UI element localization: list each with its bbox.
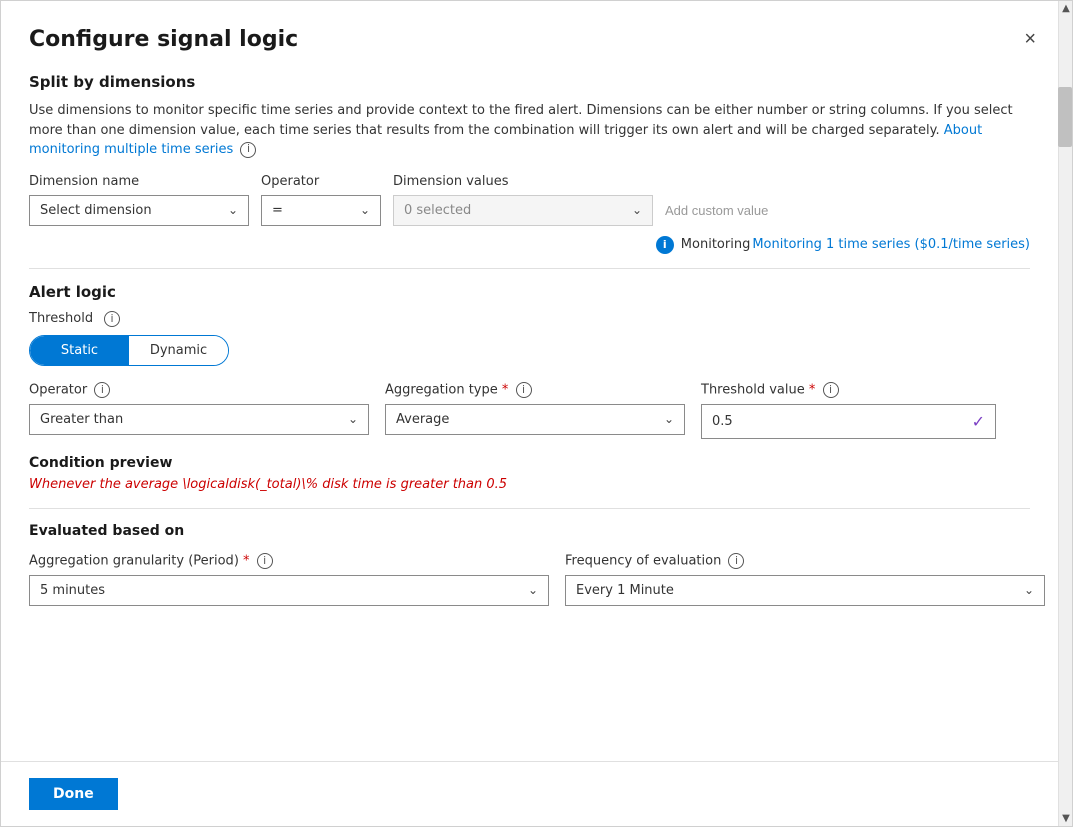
- agg-gran-info-icon[interactable]: i: [257, 553, 273, 569]
- split-by-dimensions-title: Split by dimensions: [29, 73, 1030, 91]
- close-button[interactable]: ×: [1016, 25, 1044, 53]
- dimension-name-label: Dimension name: [29, 174, 249, 189]
- threshold-value-label: Threshold value * i: [701, 382, 996, 398]
- frequency-value: Every 1 Minute: [576, 583, 674, 598]
- alert-fields-row: Operator i Greater than ⌄ Aggregation ty…: [29, 382, 1030, 439]
- dialog-title: Configure signal logic: [29, 27, 298, 52]
- monitoring-inline-info-icon[interactable]: i: [240, 142, 256, 158]
- monitoring-info-circle-icon: i: [656, 236, 674, 254]
- split-by-dimensions-info: Use dimensions to monitor specific time …: [29, 101, 1030, 160]
- dialog-body: Split by dimensions Use dimensions to mo…: [1, 69, 1058, 761]
- dimension-values-col: Dimension values 0 selected ⌄: [393, 174, 653, 226]
- threshold-value-info-icon[interactable]: i: [823, 382, 839, 398]
- condition-preview-text: Whenever the average \logicaldisk(_total…: [29, 477, 1030, 492]
- dimension-name-col: Dimension name Select dimension ⌄: [29, 174, 249, 226]
- section-divider-2: [29, 508, 1030, 509]
- monitoring-link[interactable]: Monitoring 1 time series ($0.1/time seri…: [752, 237, 1030, 252]
- operator-field-label: Operator i: [29, 382, 369, 398]
- configure-signal-logic-dialog: ▲ ▼ Configure signal logic × Split by di…: [0, 0, 1073, 827]
- alert-logic-section: Alert logic Threshold i Static Dynamic O…: [29, 283, 1030, 492]
- dimension-name-value: Select dimension: [40, 203, 152, 218]
- frequency-select[interactable]: Every 1 Minute ⌄: [565, 575, 1045, 606]
- static-toggle-button[interactable]: Static: [30, 336, 129, 365]
- scrollbar-track: ▲ ▼: [1058, 1, 1072, 826]
- aggregation-info-icon[interactable]: i: [516, 382, 532, 398]
- done-button[interactable]: Done: [29, 778, 118, 810]
- threshold-info-icon[interactable]: i: [104, 311, 120, 327]
- dimension-values-value: 0 selected: [404, 203, 471, 218]
- aggregation-field-group: Aggregation type * i Average ⌄: [385, 382, 685, 435]
- operator-col: Operator = ⌄: [261, 174, 381, 226]
- threshold-value-required-marker: *: [809, 382, 816, 397]
- frequency-label: Frequency of evaluation i: [565, 553, 1045, 569]
- aggregation-required-marker: *: [502, 382, 509, 397]
- operator-select[interactable]: = ⌄: [261, 195, 381, 226]
- monitoring-info-row: i MonitoringMonitoring 1 time series ($0…: [29, 236, 1030, 254]
- threshold-value-display: 0.5: [712, 414, 733, 429]
- condition-preview-section: Condition preview Whenever the average \…: [29, 455, 1030, 492]
- dimension-values-chevron: ⌄: [632, 203, 642, 217]
- threshold-value-field-group: Threshold value * i 0.5 ✓: [701, 382, 996, 439]
- dialog-header: Configure signal logic ×: [1, 1, 1072, 69]
- threshold-check-icon: ✓: [972, 412, 985, 431]
- evaluated-based-on-title: Evaluated based on: [29, 523, 1030, 539]
- dimensions-row: Dimension name Select dimension ⌄ Operat…: [29, 174, 1030, 226]
- frequency-chevron: ⌄: [1024, 583, 1034, 597]
- threshold-row: Threshold i: [29, 311, 1030, 327]
- threshold-value-input[interactable]: 0.5 ✓: [701, 404, 996, 439]
- condition-preview-title: Condition preview: [29, 455, 1030, 471]
- aggregation-field-label: Aggregation type * i: [385, 382, 685, 398]
- monitoring-info-text: MonitoringMonitoring 1 time series ($0.1…: [681, 237, 1030, 252]
- dimension-name-select[interactable]: Select dimension ⌄: [29, 195, 249, 226]
- threshold-toggle-group: Static Dynamic: [29, 335, 229, 366]
- operator-field-info-icon[interactable]: i: [94, 382, 110, 398]
- scroll-down-arrow[interactable]: ▼: [1059, 811, 1073, 826]
- frequency-field-group: Frequency of evaluation i Every 1 Minute…: [565, 553, 1045, 606]
- scrollbar-thumb[interactable]: [1058, 87, 1072, 147]
- aggregation-granularity-select[interactable]: 5 minutes ⌄: [29, 575, 549, 606]
- dimension-values-label: Dimension values: [393, 174, 653, 189]
- aggregation-granularity-value: 5 minutes: [40, 583, 105, 598]
- dialog-footer: Done: [1, 761, 1072, 826]
- operator-label: Operator: [261, 174, 381, 189]
- dimension-values-select[interactable]: 0 selected ⌄: [393, 195, 653, 226]
- split-by-dimensions-section: Split by dimensions Use dimensions to mo…: [29, 73, 1030, 254]
- aggregation-chevron: ⌄: [664, 412, 674, 426]
- section-divider-1: [29, 268, 1030, 269]
- dynamic-toggle-button[interactable]: Dynamic: [129, 336, 228, 365]
- operator-value: =: [272, 203, 283, 218]
- evaluated-based-on-section: Evaluated based on Aggregation granulari…: [29, 523, 1030, 606]
- aggregation-granularity-field-group: Aggregation granularity (Period) * i 5 m…: [29, 553, 549, 606]
- operator-field-value: Greater than: [40, 412, 123, 427]
- aggregation-granularity-label: Aggregation granularity (Period) * i: [29, 553, 549, 569]
- operator-chevron: ⌄: [360, 203, 370, 217]
- dimension-name-chevron: ⌄: [228, 203, 238, 217]
- alert-logic-title: Alert logic: [29, 283, 1030, 301]
- operator-field-group: Operator i Greater than ⌄: [29, 382, 369, 435]
- add-custom-value-button[interactable]: Add custom value: [665, 195, 768, 226]
- scroll-up-arrow[interactable]: ▲: [1059, 1, 1073, 16]
- aggregation-select[interactable]: Average ⌄: [385, 404, 685, 435]
- operator-field-select[interactable]: Greater than ⌄: [29, 404, 369, 435]
- eval-row: Aggregation granularity (Period) * i 5 m…: [29, 553, 1030, 606]
- threshold-label: Threshold: [29, 311, 93, 326]
- operator-field-chevron: ⌄: [348, 412, 358, 426]
- agg-gran-required-marker: *: [243, 553, 250, 568]
- aggregation-value: Average: [396, 412, 449, 427]
- frequency-info-icon[interactable]: i: [728, 553, 744, 569]
- agg-gran-chevron: ⌄: [528, 583, 538, 597]
